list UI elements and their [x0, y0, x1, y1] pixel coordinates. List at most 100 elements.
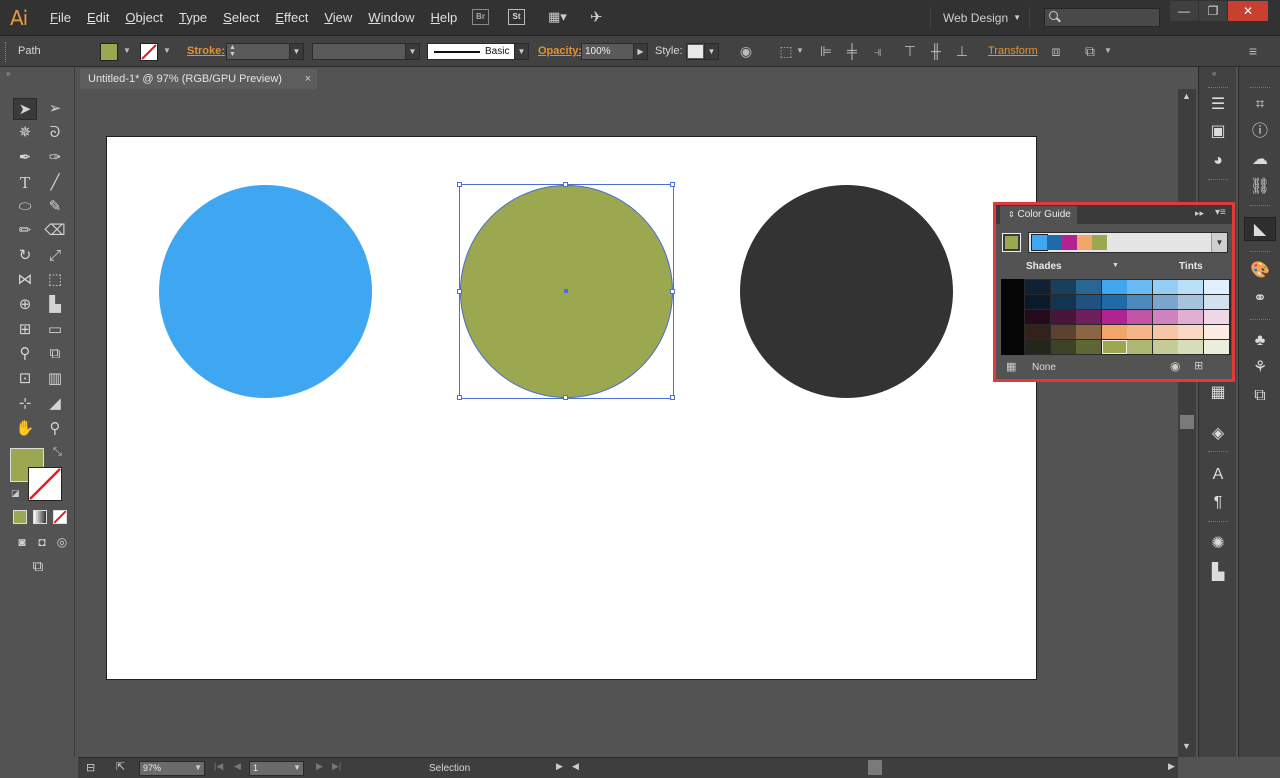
bridge-icon[interactable]: Br — [472, 9, 489, 25]
scroll-right-icon[interactable]: ▶ — [1168, 761, 1175, 772]
resize-handle-nw[interactable] — [457, 182, 462, 187]
dock-grip[interactable] — [1250, 319, 1270, 321]
color-variation-swatch[interactable] — [1050, 280, 1076, 294]
resize-handle-se[interactable] — [670, 395, 675, 400]
menu-window[interactable]: Window — [360, 0, 422, 36]
color-variation-swatch[interactable] — [1100, 339, 1128, 355]
color-variation-swatch[interactable] — [1050, 340, 1076, 354]
resize-handle-ne[interactable] — [670, 182, 675, 187]
document-tab[interactable]: Untitled-1* @ 97% (RGB/GPU Preview) × — [80, 69, 317, 89]
recolor-artwork-icon[interactable]: ◉ — [738, 43, 754, 59]
resize-handle-e[interactable] — [670, 289, 675, 294]
stroke-color-box[interactable] — [28, 467, 62, 501]
menu-edit[interactable]: Edit — [79, 0, 117, 36]
previous-artboard-icon[interactable]: ◀ — [234, 761, 241, 772]
color-variation-swatch[interactable] — [1203, 325, 1229, 339]
color-variation-swatch[interactable] — [1127, 280, 1152, 294]
next-artboard-icon[interactable]: ▶ — [316, 761, 323, 772]
opacity-panel-link[interactable]: Opacity: — [538, 45, 582, 57]
panel-collapse-icon[interactable]: » — [6, 69, 10, 78]
graphic-styles-icon[interactable]: ⧉ — [1246, 384, 1274, 408]
color-guide-icon[interactable]: ◣ — [1244, 217, 1276, 241]
chevron-down-icon[interactable]: ▼ — [1100, 43, 1116, 59]
dock-collapse-icon[interactable]: « — [1212, 69, 1216, 78]
variable-width-profile-select[interactable]: ▼ — [312, 43, 420, 60]
color-variation-swatch[interactable] — [1101, 280, 1127, 294]
minimize-button[interactable]: — — [1170, 1, 1198, 21]
chevron-down-icon[interactable]: ▼ — [405, 44, 419, 59]
panel-menu-icon[interactable]: ≡ — [1245, 43, 1261, 59]
chevron-down-icon[interactable]: ▼ — [514, 44, 528, 59]
color-variation-swatch[interactable] — [1076, 325, 1101, 339]
collapse-panel-icon[interactable]: ▸▸ — [1195, 208, 1204, 219]
graphic-style-select[interactable]: ▼ — [686, 43, 719, 60]
chevron-down-icon[interactable]: ▼ — [289, 44, 303, 59]
chevron-right-icon[interactable]: ▶ — [633, 44, 647, 59]
color-variation-swatch[interactable] — [1152, 325, 1178, 339]
magic-wand-tool-icon[interactable]: ✵ — [13, 122, 37, 144]
paintbrush-tool-icon[interactable]: ✎ — [43, 196, 67, 218]
align-top-icon[interactable]: ⊤ — [902, 43, 918, 59]
color-variation-swatch[interactable] — [1152, 310, 1178, 324]
color-variation-swatch[interactable] — [1152, 295, 1178, 309]
panel-header[interactable]: ⇕ Color Guide ▸▸ ▾≡ — [996, 205, 1232, 224]
rotate-tool-icon[interactable]: ↻ — [13, 245, 37, 267]
color-variation-swatch[interactable] — [1050, 310, 1076, 324]
line-tool-icon[interactable]: ╱ — [43, 172, 67, 194]
base-color-swatch[interactable] — [1002, 233, 1021, 252]
paragraph-icon[interactable]: ¶ — [1204, 491, 1232, 515]
artboard-select[interactable]: 1 ▼ — [249, 761, 304, 776]
color-variation-swatch[interactable] — [1178, 340, 1203, 354]
menu-view[interactable]: View — [316, 0, 360, 36]
artboard-tool-icon[interactable]: ⊹ — [13, 393, 37, 415]
curvature-tool-icon[interactable]: ✑ — [43, 147, 67, 169]
color-variation-swatch[interactable] — [1101, 295, 1127, 309]
panel-toggle-icon[interactable]: ⇕ — [1008, 210, 1015, 219]
gradient-mode-icon[interactable] — [33, 510, 47, 524]
opacity-field[interactable]: 100% ▶ — [581, 43, 648, 60]
width-tool-icon[interactable]: ⋈ — [13, 269, 37, 291]
chevron-down-icon[interactable]: ▼ — [704, 44, 718, 59]
symbol-sprayer-tool-icon[interactable]: ⊡ — [13, 368, 37, 390]
perspective-grid-tool-icon[interactable]: ▙ — [43, 294, 67, 316]
panel-menu-icon[interactable]: ▾≡ — [1215, 207, 1226, 218]
appearance-icon[interactable]: ✺ — [1204, 532, 1232, 556]
color-variation-swatch[interactable] — [1178, 325, 1203, 339]
scroll-up-icon[interactable]: ▲ — [1182, 91, 1191, 101]
fill-swatch[interactable] — [100, 43, 118, 61]
pencil-tool-icon[interactable]: ✏ — [13, 220, 37, 242]
dock-grip[interactable] — [1208, 87, 1228, 89]
align-hcenter-icon[interactable]: ╪ — [844, 43, 860, 59]
align-right-icon[interactable]: ⫣ — [870, 43, 886, 59]
swatches-grid-icon[interactable]: ▦ — [1204, 381, 1232, 405]
info-icon[interactable]: ⓘ — [1246, 120, 1274, 144]
creative-cloud-icon[interactable]: ☁ — [1246, 148, 1274, 172]
layers-icon[interactable]: ◈ — [1204, 422, 1232, 446]
scroll-left-icon[interactable]: ◀ — [572, 761, 579, 772]
color-variation-swatch[interactable] — [1050, 325, 1076, 339]
brushes-icon[interactable]: ⚘ — [1246, 356, 1274, 380]
menu-file[interactable]: File — [42, 0, 79, 36]
lasso-tool-icon[interactable]: ᘐ — [43, 122, 67, 144]
dock-grip[interactable] — [1208, 521, 1228, 523]
stroke-swatch[interactable] — [140, 43, 158, 61]
color-variation-swatch[interactable] — [1203, 280, 1229, 294]
menu-object[interactable]: Object — [117, 0, 171, 36]
color-variation-swatch[interactable] — [1203, 295, 1229, 309]
menu-select[interactable]: Select — [215, 0, 267, 36]
resize-handle-n[interactable] — [563, 182, 568, 187]
save-colors-to-swatch-icon[interactable]: ⊞ — [1194, 359, 1203, 372]
shape-builder-tool-icon[interactable]: ⊕ — [13, 294, 37, 316]
share-icon[interactable]: ⇱ — [116, 760, 125, 773]
color-variation-swatch[interactable] — [1025, 280, 1050, 294]
scroll-thumb[interactable] — [1180, 415, 1194, 429]
color-variation-swatch[interactable] — [1025, 310, 1050, 324]
type-tool-icon[interactable]: T — [13, 172, 37, 194]
resize-handle-sw[interactable] — [457, 395, 462, 400]
color-variation-swatch[interactable] — [1025, 295, 1050, 309]
color-variation-swatch[interactable] — [1076, 295, 1101, 309]
resize-handle-w[interactable] — [457, 289, 462, 294]
color-variation-swatch[interactable] — [1127, 295, 1152, 309]
menu-help[interactable]: Help — [423, 0, 466, 36]
close-icon[interactable]: × — [305, 69, 311, 89]
